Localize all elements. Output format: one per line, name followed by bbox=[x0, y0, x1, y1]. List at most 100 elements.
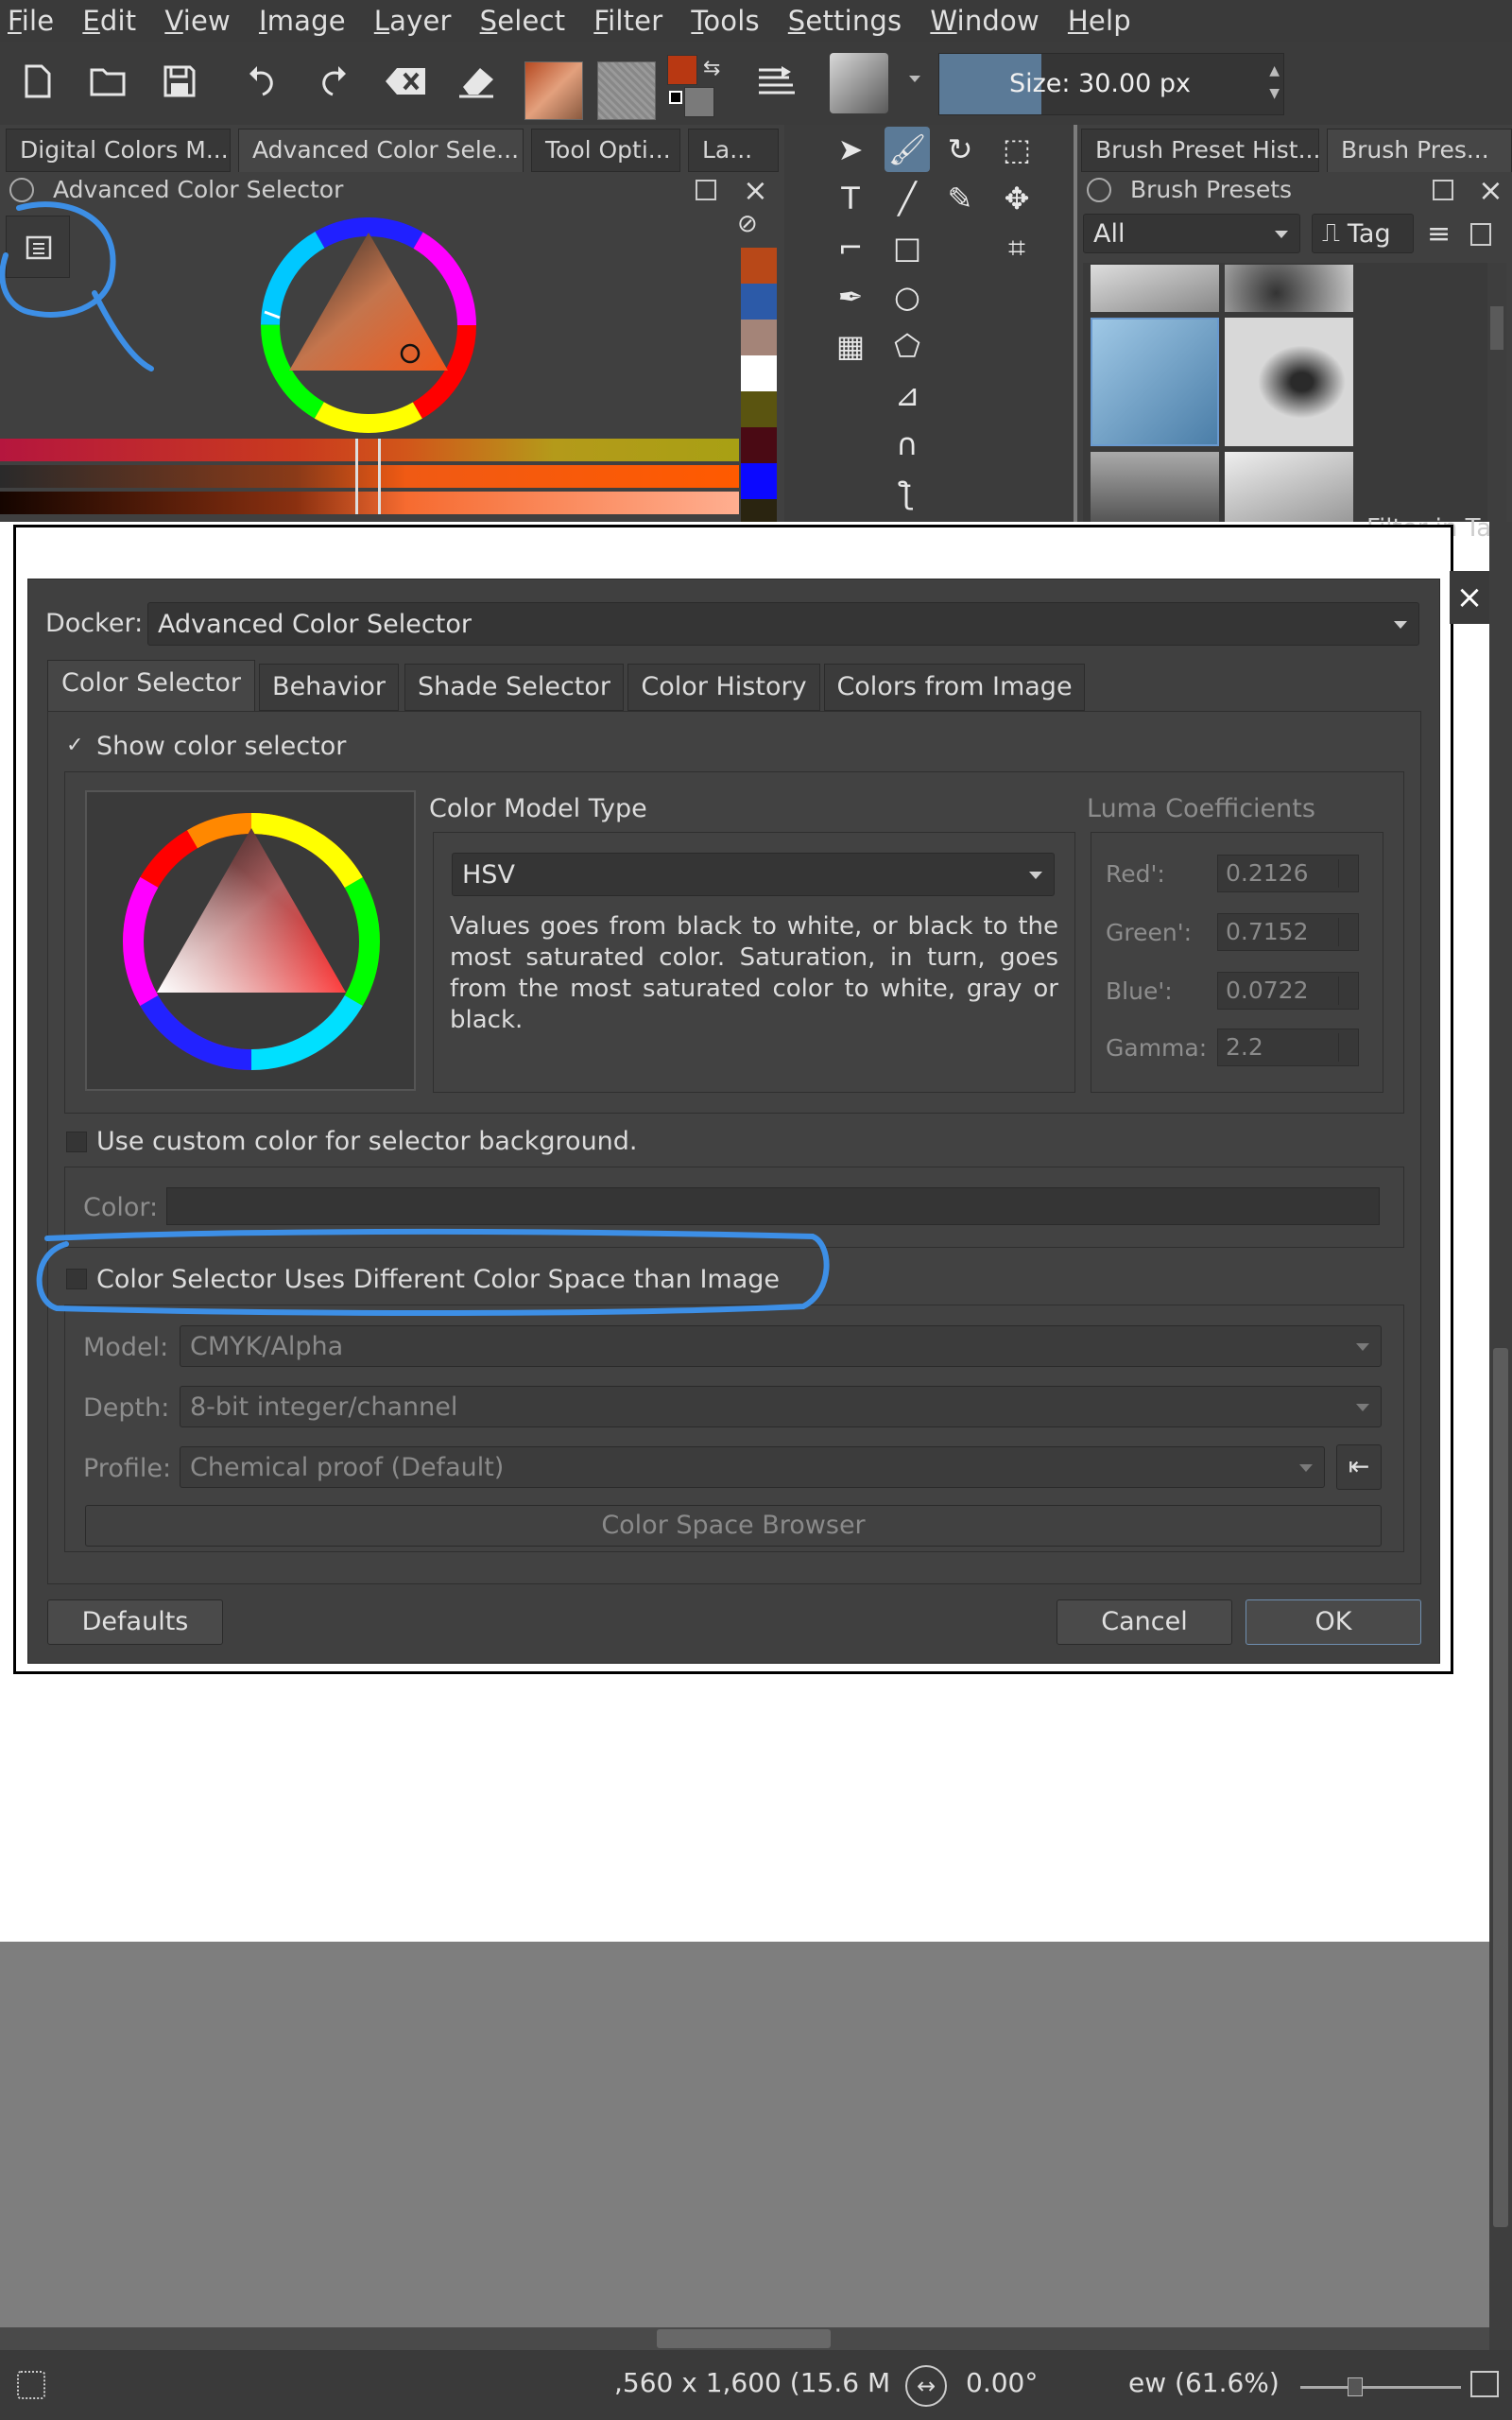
scrollbar-thumb[interactable] bbox=[1493, 1348, 1508, 2227]
history-swatch[interactable] bbox=[741, 320, 777, 355]
menu-select[interactable]: Select bbox=[480, 5, 566, 37]
bezier-curve-tool-icon[interactable]: ∩ bbox=[885, 422, 930, 467]
history-swatch[interactable] bbox=[741, 248, 777, 284]
shade-bar-hue[interactable] bbox=[0, 439, 739, 461]
selection-mode-icon[interactable] bbox=[17, 2371, 45, 2399]
clear-history-icon[interactable]: ⊘ bbox=[737, 210, 758, 238]
undo-icon[interactable] bbox=[242, 62, 284, 104]
tab-behavior[interactable]: Behavior bbox=[259, 664, 399, 711]
docker-select[interactable]: Advanced Color Selector bbox=[147, 602, 1419, 646]
color-space-browser-button[interactable]: Color Space Browser bbox=[85, 1505, 1382, 1547]
select-shapes-tool-icon[interactable]: ➤ bbox=[828, 127, 873, 172]
brush-preset-item[interactable] bbox=[1225, 318, 1353, 446]
model-select[interactable]: CMYK/Alpha bbox=[180, 1325, 1382, 1367]
canvas-vertical-scrollbar[interactable] bbox=[1489, 522, 1512, 2350]
menu-layer[interactable]: Layer bbox=[374, 5, 452, 37]
close-docker-icon[interactable]: × bbox=[743, 172, 768, 208]
menu-filter[interactable]: Filter bbox=[593, 5, 662, 37]
luma-green-spinbox[interactable]: 0.7152 bbox=[1217, 913, 1359, 951]
menu-view[interactable]: View bbox=[164, 5, 231, 37]
clear-icon[interactable] bbox=[384, 62, 425, 104]
eraser-icon[interactable] bbox=[455, 62, 497, 104]
background-color[interactable] bbox=[684, 87, 714, 117]
image-dimensions[interactable]: ,560 x 1,600 (15.6 MiB bbox=[614, 2367, 888, 2398]
tab-advanced-color-selector[interactable]: Advanced Color Sele... bbox=[238, 129, 524, 172]
gradient-swatch[interactable] bbox=[524, 61, 583, 120]
tab-colors-from-image[interactable]: Colors from Image bbox=[824, 664, 1085, 711]
view-mode-icon[interactable] bbox=[1470, 223, 1491, 246]
ok-button[interactable]: OK bbox=[1246, 1599, 1421, 1645]
brush-preset-thumbnail[interactable] bbox=[830, 53, 888, 113]
model-type-select[interactable]: HSV bbox=[452, 853, 1055, 896]
crop-tool-icon[interactable]: ⌗ bbox=[994, 225, 1040, 270]
brush-preset-item-selected[interactable] bbox=[1091, 318, 1219, 446]
display-icon[interactable] bbox=[1470, 2371, 1499, 2397]
polygon-tool-icon[interactable]: ⬠ bbox=[885, 323, 930, 369]
calligraphy-tool-icon[interactable]: ✒ bbox=[828, 274, 873, 320]
tab-tool-options[interactable]: Tool Opti... bbox=[531, 129, 680, 172]
cancel-button[interactable]: Cancel bbox=[1057, 1599, 1232, 1645]
shade-bar-saturation[interactable] bbox=[0, 465, 739, 488]
open-folder-icon[interactable] bbox=[87, 62, 129, 104]
move-tool-icon[interactable]: ✥ bbox=[994, 176, 1040, 221]
ellipse-tool-icon[interactable]: ○ bbox=[885, 274, 930, 320]
color-selector-preview[interactable] bbox=[85, 790, 416, 1091]
brush-size-slider[interactable]: Size: 30.00 px ▲ ▼ bbox=[938, 53, 1284, 115]
defaults-button[interactable]: Defaults bbox=[47, 1599, 223, 1645]
menu-edit[interactable]: Edit bbox=[82, 5, 136, 37]
transform-tool-icon[interactable]: ⬚ bbox=[994, 127, 1040, 172]
color-wheel-triangle[interactable] bbox=[257, 214, 480, 437]
foreground-color[interactable] bbox=[667, 55, 697, 85]
scrollbar-thumb[interactable] bbox=[657, 2329, 831, 2348]
rotation-value[interactable]: 0.00° bbox=[966, 2367, 1038, 2398]
menu-settings[interactable]: Settings bbox=[788, 5, 902, 37]
color-picker-button[interactable] bbox=[166, 1187, 1380, 1225]
new-document-icon[interactable] bbox=[17, 62, 59, 104]
tab-color-history[interactable]: Color History bbox=[627, 664, 820, 711]
show-selector-checkbox[interactable]: ✓ bbox=[66, 734, 83, 757]
tag-button[interactable]: ⎍ Tag bbox=[1312, 214, 1414, 253]
text-tool-icon[interactable]: T bbox=[828, 176, 873, 221]
polyline-tool-icon[interactable]: ⊿ bbox=[885, 372, 930, 418]
tag-filter-select[interactable]: All bbox=[1083, 214, 1300, 253]
close-icon[interactable]: × bbox=[1450, 571, 1489, 624]
line-tool-icon[interactable]: ╱ bbox=[885, 176, 930, 221]
history-swatch[interactable] bbox=[741, 499, 777, 522]
history-swatch[interactable] bbox=[741, 391, 777, 427]
menu-file[interactable]: File bbox=[8, 5, 54, 37]
zoom-slider[interactable] bbox=[1300, 2377, 1461, 2396]
zoom-value[interactable]: ew (61.6%) bbox=[1128, 2367, 1280, 2398]
lock-docker-icon[interactable] bbox=[1087, 178, 1111, 202]
multibrush-tool-icon[interactable]: ↻ bbox=[937, 127, 983, 172]
brush-preset-item[interactable] bbox=[1225, 265, 1353, 312]
different-color-space-checkbox[interactable] bbox=[66, 1269, 87, 1289]
selector-settings-button[interactable] bbox=[6, 216, 70, 278]
brush-dropdown-chevron-down-icon[interactable] bbox=[909, 76, 920, 82]
history-swatch[interactable] bbox=[741, 284, 777, 320]
float-docker-icon[interactable] bbox=[1433, 180, 1453, 200]
luma-blue-spinbox[interactable]: 0.0722 bbox=[1217, 972, 1359, 1010]
freehand-brush-tool-icon[interactable]: 🖌 bbox=[885, 127, 930, 172]
tab-shade-selector[interactable]: Shade Selector bbox=[404, 664, 624, 711]
menu-icon[interactable]: ≡ bbox=[1427, 217, 1451, 251]
save-icon[interactable] bbox=[159, 62, 200, 104]
edit-shapes-tool-icon[interactable]: ⌐ bbox=[828, 225, 873, 270]
menu-image[interactable]: Image bbox=[259, 5, 346, 37]
tab-brush-presets[interactable]: Brush Pres... bbox=[1327, 129, 1512, 172]
swap-colors-icon[interactable]: ⇆ bbox=[703, 57, 720, 80]
menu-window[interactable]: Window bbox=[930, 5, 1040, 37]
redo-icon[interactable] bbox=[312, 62, 353, 104]
brush-preset-item[interactable] bbox=[1225, 452, 1353, 522]
freehand-path-tool-icon[interactable]: ƪ bbox=[885, 471, 930, 516]
rotation-icon[interactable]: ↔ bbox=[905, 2365, 947, 2407]
canvas-horizontal-scrollbar[interactable] bbox=[0, 2327, 1489, 2350]
reset-colors-icon[interactable] bbox=[669, 91, 682, 104]
close-docker-icon[interactable]: × bbox=[1478, 172, 1503, 208]
luma-gamma-spinbox[interactable]: 2.2 bbox=[1217, 1028, 1359, 1066]
pattern-swatch[interactable] bbox=[597, 61, 656, 120]
dynamic-brush-tool-icon[interactable]: ✎ bbox=[937, 176, 983, 221]
brush-preset-item[interactable] bbox=[1091, 452, 1219, 522]
float-docker-icon[interactable] bbox=[696, 180, 716, 200]
history-swatch[interactable] bbox=[741, 355, 777, 391]
history-swatch[interactable] bbox=[741, 463, 777, 499]
